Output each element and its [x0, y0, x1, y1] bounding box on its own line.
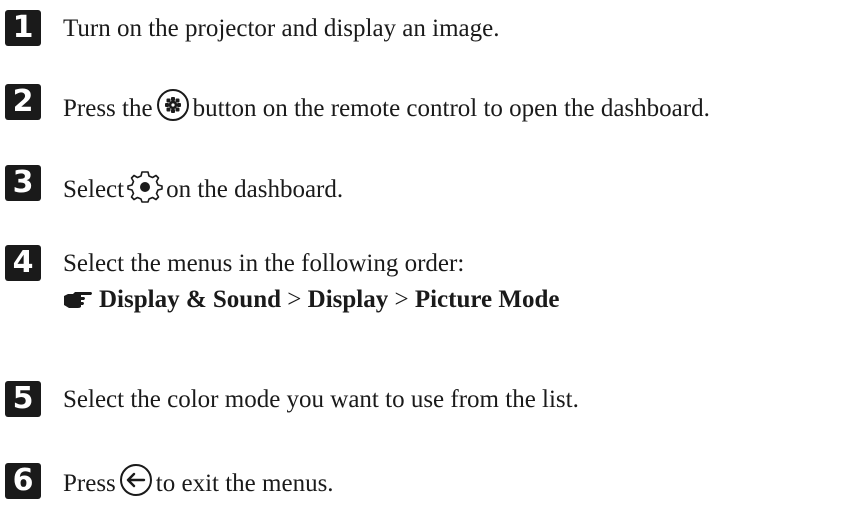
- step-text: Select on the dashboard.: [63, 169, 343, 211]
- settings-gear-icon: [127, 169, 163, 211]
- step-number-badge: 3: [5, 165, 41, 201]
- menu-item-picture-mode: Picture Mode: [414, 286, 560, 313]
- menu-item-display-sound: Display & Sound: [99, 286, 282, 313]
- step-text-after: button on the remote control to open the…: [192, 95, 710, 122]
- step-text: Select the color mode you want to use fr…: [63, 386, 579, 413]
- step-number-badge: 2: [5, 84, 41, 120]
- menu-item-display: Display: [307, 286, 389, 313]
- menu-path: Display & Sound > Display > Picture Mode: [63, 285, 559, 317]
- pointing-hand-icon: [63, 287, 93, 317]
- step-text-after: to exit the menus.: [155, 470, 334, 497]
- step-text: Press to exit the menus.: [63, 463, 334, 505]
- step-number-badge: 4: [5, 245, 41, 281]
- step-number-badge: 5: [5, 381, 41, 417]
- back-button-icon: [119, 463, 153, 505]
- step-text-before: Select: [63, 176, 125, 203]
- menu-separator: >: [287, 286, 302, 313]
- step-text-before: Press the: [63, 95, 153, 122]
- step-text: Press the button on the remote control to…: [63, 88, 710, 130]
- step-text: Turn on the projector and display an ima…: [63, 15, 500, 42]
- menu-separator: >: [394, 286, 409, 313]
- step-text: Select the menus in the following order:: [63, 250, 465, 277]
- home-button-icon: [156, 88, 190, 130]
- step-number-badge: 6: [5, 463, 41, 499]
- step-text-after: on the dashboard.: [166, 176, 344, 203]
- step-text-before: Press: [63, 470, 116, 497]
- step-number-badge: 1: [5, 10, 41, 46]
